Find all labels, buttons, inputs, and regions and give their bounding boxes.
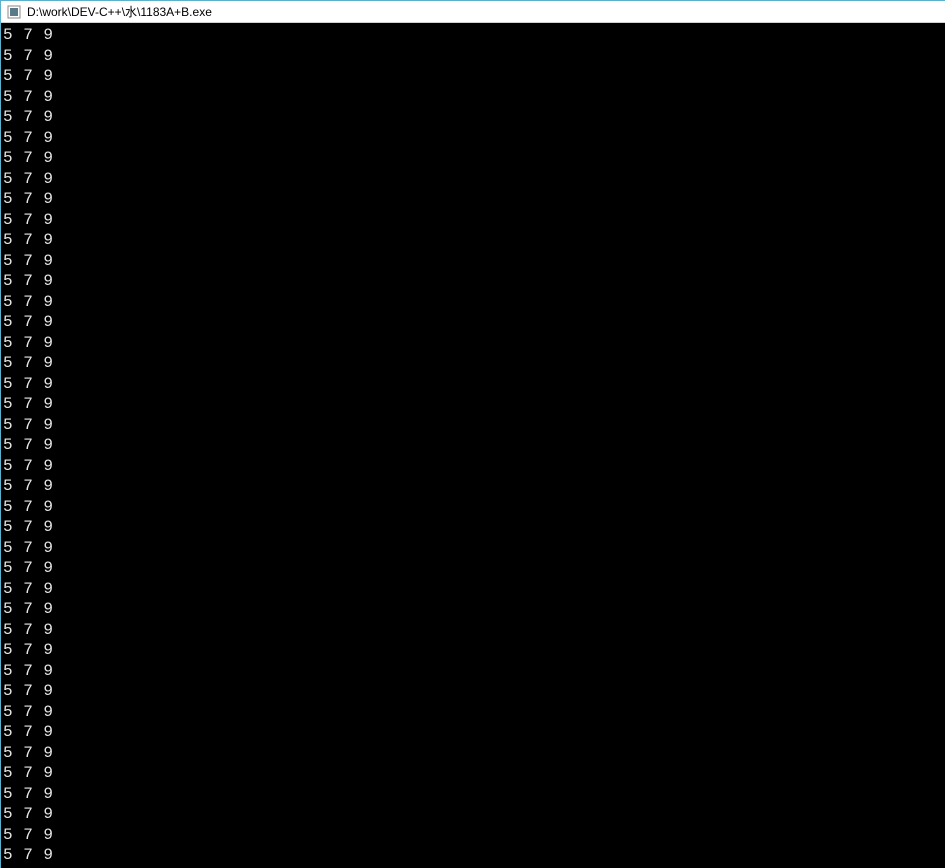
- console-line: 5 7 9: [1, 210, 945, 231]
- console-line: 5 7 9: [1, 394, 945, 415]
- console-line: 5 7 9: [1, 66, 945, 87]
- console-line: 5 7 9: [1, 169, 945, 190]
- console-line: 5 7 9: [1, 579, 945, 600]
- console-line: 5 7 9: [1, 374, 945, 395]
- console-line: 5 7 9: [1, 25, 945, 46]
- console-line: 5 7 9: [1, 312, 945, 333]
- console-line: 5 7 9: [1, 497, 945, 518]
- console-line: 5 7 9: [1, 661, 945, 682]
- window-title: D:\work\DEV-C++\水\1183A+B.exe: [27, 3, 212, 20]
- console-line: 5 7 9: [1, 251, 945, 272]
- console-line: 5 7 9: [1, 763, 945, 784]
- console-line: 5 7 9: [1, 784, 945, 805]
- console-line: 5 7 9: [1, 333, 945, 354]
- console-line: 5 7 9: [1, 620, 945, 641]
- console-line: 5 7 9: [1, 292, 945, 313]
- console-line: 5 7 9: [1, 148, 945, 169]
- console-line: 5 7 9: [1, 476, 945, 497]
- console-line: 5 7 9: [1, 271, 945, 292]
- console-line: 5 7 9: [1, 46, 945, 67]
- console-line: 5 7 9: [1, 107, 945, 128]
- console-line: 5 7 9: [1, 415, 945, 436]
- console-output[interactable]: 5 7 95 7 95 7 95 7 95 7 95 7 95 7 95 7 9…: [1, 23, 945, 868]
- console-line: 5 7 9: [1, 558, 945, 579]
- console-line: 5 7 9: [1, 743, 945, 764]
- console-line: 5 7 9: [1, 353, 945, 374]
- console-line: 5 7 9: [1, 435, 945, 456]
- console-line: 5 7 9: [1, 681, 945, 702]
- console-line: 5 7 9: [1, 87, 945, 108]
- console-line: 5 7 9: [1, 538, 945, 559]
- console-line: 5 7 9: [1, 825, 945, 846]
- console-line: 5 7 9: [1, 804, 945, 825]
- console-line: 5 7 9: [1, 722, 945, 743]
- console-line: 5 7 9: [1, 599, 945, 620]
- console-line: 5 7 9: [1, 517, 945, 538]
- window-titlebar[interactable]: D:\work\DEV-C++\水\1183A+B.exe: [1, 1, 945, 23]
- console-line: 5 7 9: [1, 230, 945, 251]
- console-line: 5 7 9: [1, 128, 945, 149]
- console-line: 5 7 9: [1, 640, 945, 661]
- console-line: 5 7 9: [1, 702, 945, 723]
- console-line: 5 7 9: [1, 845, 945, 866]
- app-icon: [7, 5, 21, 19]
- console-line: 5 7 9: [1, 189, 945, 210]
- console-line: 5 7 9: [1, 456, 945, 477]
